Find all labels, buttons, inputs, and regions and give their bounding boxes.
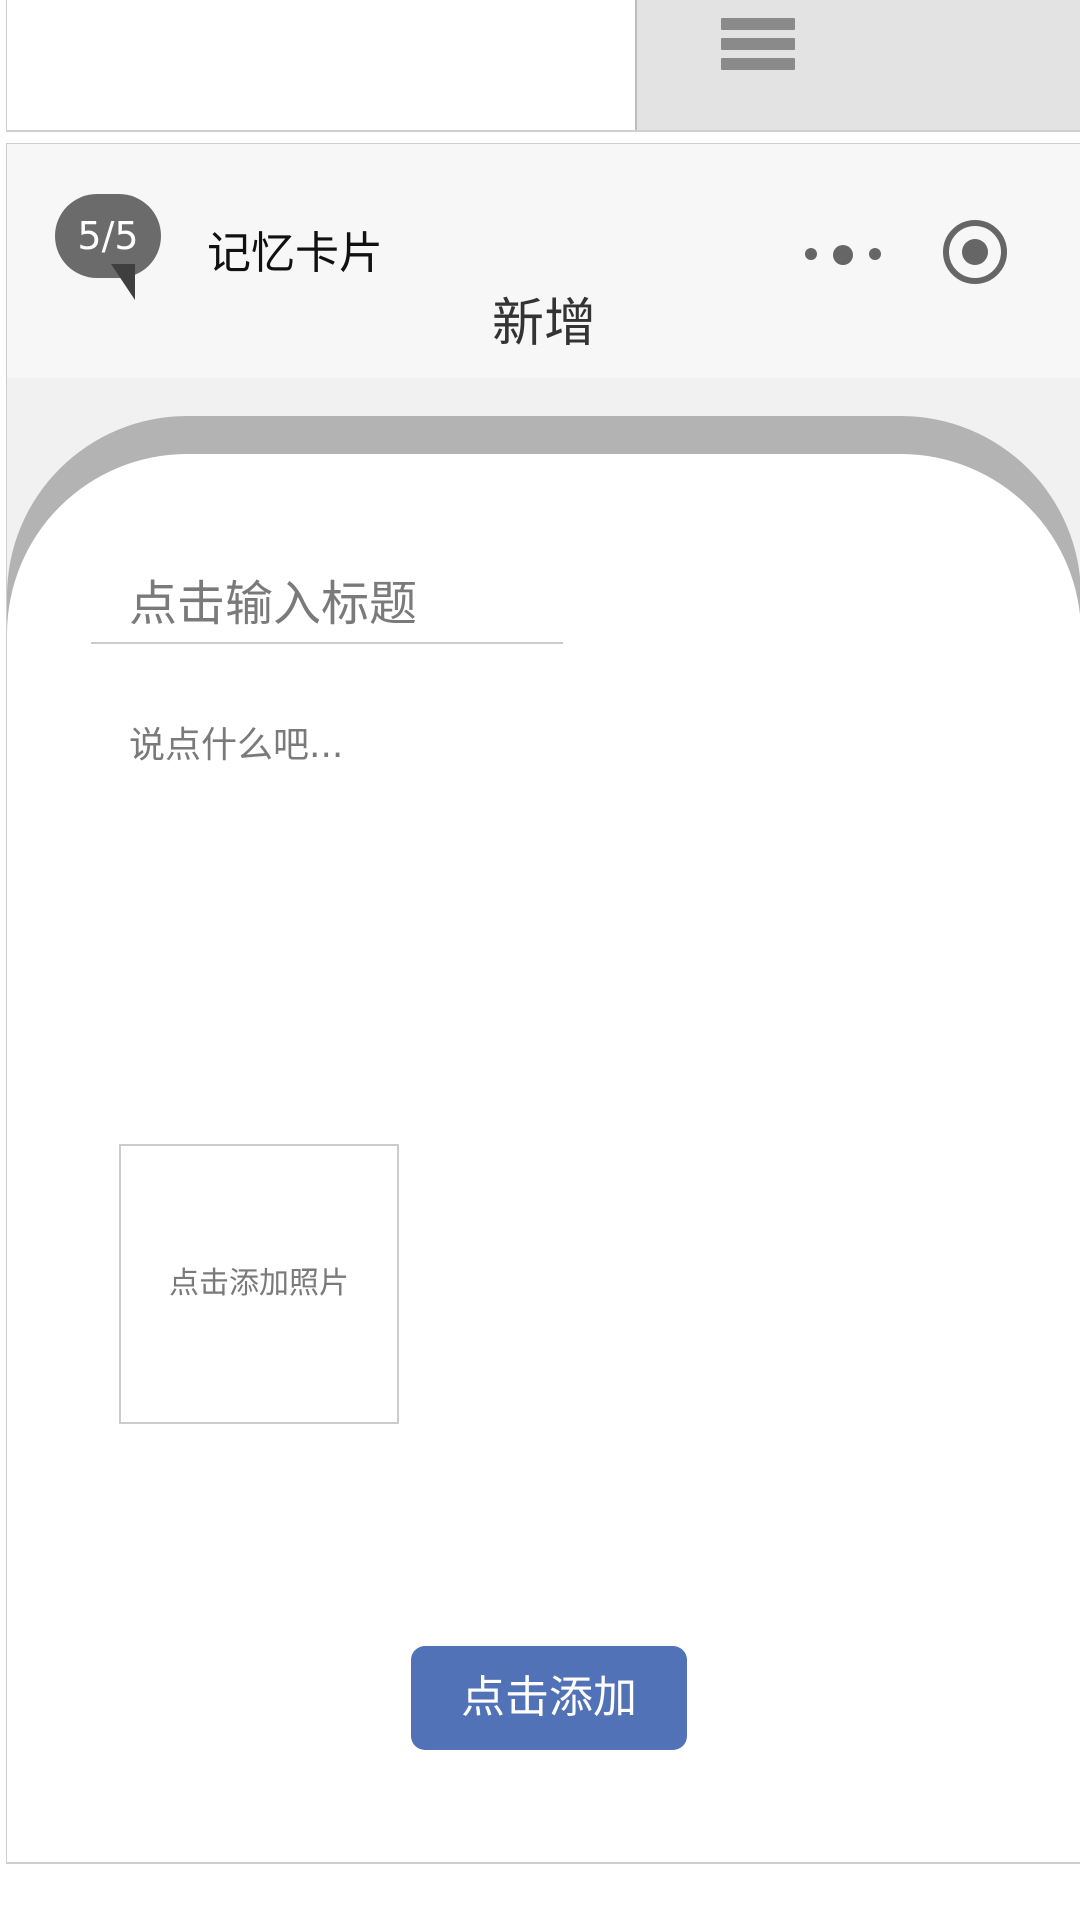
mini-program-nav-bar: 5/5 记忆卡片 新增 [7, 144, 1080, 378]
add-photo-label: 点击添加照片 [169, 1266, 349, 1301]
content-placeholder: 说点什么吧... [129, 725, 344, 766]
more-dots-icon[interactable] [805, 239, 891, 269]
hamburger-menu-icon[interactable] [721, 18, 795, 74]
bottom-divider [6, 1862, 1080, 1864]
page-title: 新增 [491, 294, 596, 354]
menu-panel[interactable] [635, 0, 1080, 130]
app-name: 记忆卡片 [207, 228, 383, 279]
content-textarea[interactable]: 说点什么吧... [91, 714, 991, 1094]
top-partial-bar [6, 0, 1080, 132]
title-input[interactable]: 点击输入标题 [91, 554, 563, 644]
page-count-badge: 5/5 [55, 194, 161, 278]
add-photo-button[interactable]: 点击添加照片 [119, 1144, 399, 1424]
title-input-placeholder: 点击输入标题 [129, 576, 418, 632]
page-count-text: 5/5 [77, 214, 139, 258]
app-frame: 5/5 记忆卡片 新增 点击输入标题 说点什么吧... 点击添加照片 点击添加 [6, 143, 1080, 1863]
target-circle-icon[interactable] [943, 220, 1007, 284]
submit-add-button[interactable]: 点击添加 [411, 1646, 687, 1750]
